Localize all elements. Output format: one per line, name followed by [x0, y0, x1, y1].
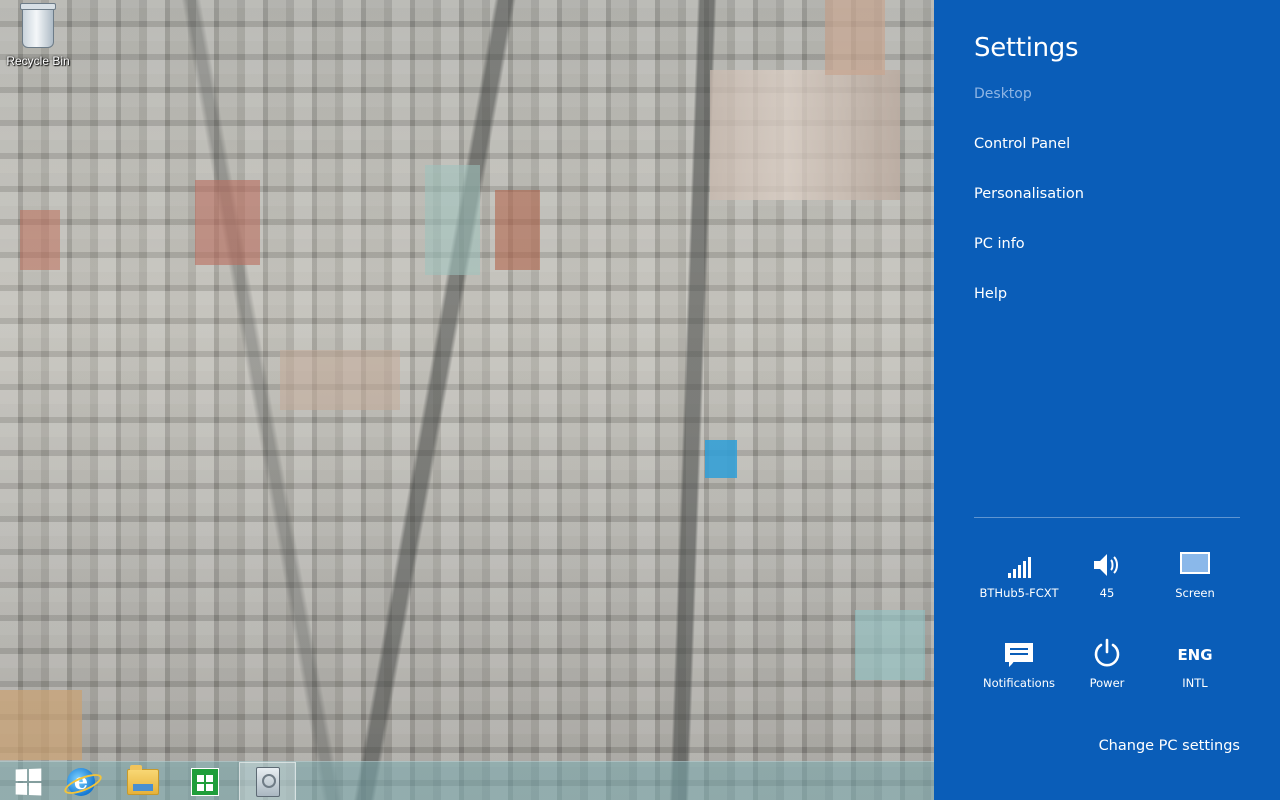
power-icon — [1094, 638, 1120, 667]
volume-tile[interactable]: 45 — [1062, 544, 1152, 600]
taskbar: e — [0, 761, 934, 800]
folder-icon — [127, 764, 159, 795]
power-tile[interactable]: Power — [1062, 634, 1152, 690]
wallpaper-building — [0, 690, 82, 760]
desktop-wallpaper: Recycle Bin e — [0, 0, 934, 800]
wifi-signal-icon — [1007, 556, 1031, 578]
recycle-bin-icon — [20, 3, 56, 48]
wallpaper-building — [280, 350, 400, 410]
desktop-icon-label: Recycle Bin — [6, 54, 70, 68]
notifications-tile[interactable]: Notifications — [974, 634, 1064, 690]
charm-title: Settings — [974, 33, 1079, 63]
windows-logo-icon — [15, 767, 42, 796]
divider — [974, 517, 1240, 518]
wallpaper-building — [825, 0, 885, 75]
keyboard-label: INTL — [1182, 676, 1208, 690]
start-button[interactable] — [0, 762, 56, 800]
keyboard-language-icon: ENG — [1177, 646, 1213, 664]
keyboard-tile[interactable]: ENG INTL — [1150, 634, 1240, 690]
notifications-label: Notifications — [983, 676, 1055, 690]
screen-icon — [1180, 552, 1210, 574]
wallpaper-building — [20, 210, 60, 270]
wallpaper-building — [495, 190, 540, 270]
taskbar-internet-explorer[interactable]: e — [53, 762, 109, 800]
power-label: Power — [1089, 676, 1125, 690]
internet-explorer-icon: e — [61, 767, 105, 798]
taskbar-store[interactable] — [177, 762, 233, 800]
charm-subtitle: Desktop — [974, 86, 1032, 102]
notifications-icon — [1005, 643, 1033, 667]
network-tile[interactable]: BTHub5-FCXT — [974, 544, 1064, 600]
screen-label: Screen — [1175, 586, 1215, 600]
menu-item-pc-info[interactable]: PC info — [974, 236, 1025, 252]
volume-icon — [1094, 554, 1118, 576]
screen-tile[interactable]: Screen — [1150, 544, 1240, 600]
taskbar-pc-settings[interactable] — [239, 762, 296, 800]
wallpaper-building — [425, 165, 480, 275]
settings-app-icon — [255, 766, 280, 797]
taskbar-file-explorer[interactable] — [115, 762, 171, 800]
settings-charm: Settings Desktop Control Panel Personali… — [934, 0, 1280, 800]
volume-label: 45 — [1099, 586, 1115, 600]
network-label: BTHub5-FCXT — [979, 586, 1059, 600]
wallpaper-building — [195, 180, 260, 265]
menu-item-help[interactable]: Help — [974, 286, 1007, 302]
menu-item-control-panel[interactable]: Control Panel — [974, 136, 1070, 152]
wallpaper-building — [710, 70, 900, 200]
wallpaper-building — [855, 610, 925, 680]
change-pc-settings-link[interactable]: Change PC settings — [1099, 738, 1240, 754]
menu-item-personalisation[interactable]: Personalisation — [974, 186, 1084, 202]
store-icon — [191, 767, 219, 796]
desktop-icon-recycle-bin[interactable]: Recycle Bin — [6, 3, 70, 76]
wallpaper-building — [705, 440, 737, 478]
